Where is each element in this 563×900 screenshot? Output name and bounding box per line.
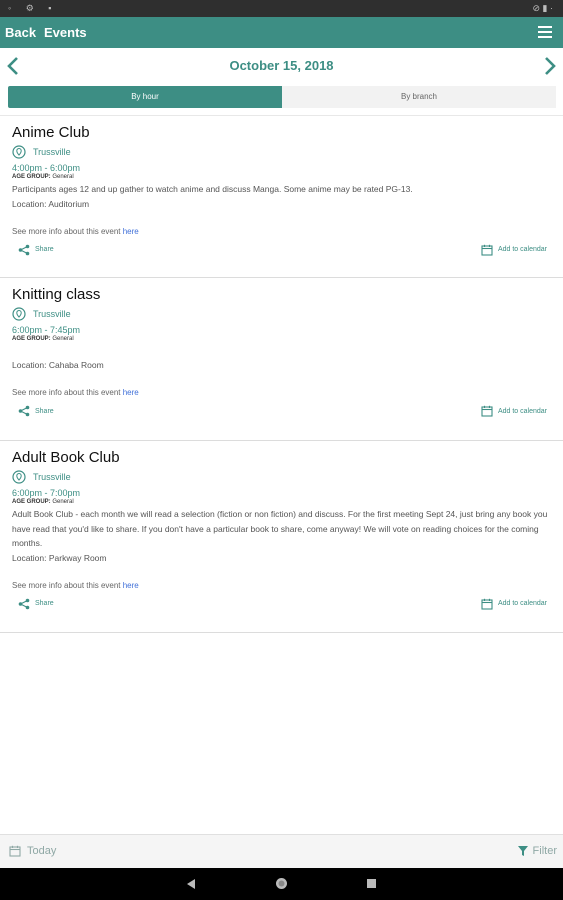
more-info-link[interactable]: here [123, 581, 139, 590]
home-nav-icon[interactable] [275, 877, 288, 890]
add-to-calendar-button[interactable]: Add to calendar [481, 598, 547, 610]
age-group-value: General [52, 499, 74, 505]
calendar-label: Add to calendar [497, 600, 547, 607]
more-info-text: See more info about this event [12, 388, 123, 397]
event-time: 6:00pm - 7:45pm [12, 325, 81, 335]
filter-label: Filter [532, 845, 557, 857]
location-pin-icon [12, 307, 26, 321]
calendar-label: Add to calendar [497, 246, 547, 253]
status-bar: ◦ ⚙ ▪ ⊘ ▮ · [0, 0, 563, 17]
today-label: Today [27, 845, 57, 857]
share-button[interactable]: Share [18, 244, 54, 256]
event-description [12, 344, 551, 358]
app-bar: Back Events [0, 17, 563, 48]
add-to-calendar-button[interactable]: Add to calendar [481, 244, 547, 256]
event-branch[interactable]: Trussville [12, 144, 551, 160]
share-label: Share [35, 407, 54, 415]
page-title: Events [44, 25, 87, 40]
event-title: Anime Club [12, 124, 90, 141]
event-actions: Share Add to calendar [12, 240, 551, 262]
event-branch[interactable]: Trussville [12, 306, 551, 322]
share-icon [18, 405, 30, 417]
calendar-icon [9, 845, 21, 857]
more-info: See more info about this event here [12, 226, 551, 238]
event-title: Adult Book Club [12, 449, 120, 466]
share-button[interactable]: Share [18, 598, 54, 610]
age-group-label: AGE GROUP: [12, 336, 51, 342]
event-card: Adult Book Club Trussville 6:00pm - 7:00… [0, 441, 563, 633]
age-group-label: AGE GROUP: [12, 499, 51, 505]
chevron-right-icon[interactable] [543, 56, 557, 76]
share-label: Share [35, 600, 54, 607]
calendar-label: Add to calendar [497, 407, 547, 415]
age-group: AGE GROUP: General [12, 499, 551, 505]
branch-name: Trussville [33, 309, 71, 319]
share-button[interactable]: Share [18, 405, 54, 417]
event-actions: Share Add to calendar [12, 401, 551, 423]
date-navigation: October 15, 2018 [0, 48, 563, 84]
event-time: 6:00pm - 7:00pm [12, 488, 81, 498]
add-to-calendar-button[interactable]: Add to calendar [481, 405, 547, 417]
filter-icon [517, 846, 528, 856]
share-icon [18, 598, 30, 609]
today-button[interactable]: Today [9, 845, 56, 857]
more-info: See more info about this event here [12, 580, 551, 592]
event-location: Location: Cahaba Room [12, 360, 104, 370]
share-label: Share [35, 246, 54, 253]
current-date: October 15, 2018 [229, 58, 334, 73]
calendar-icon [481, 405, 493, 417]
branch-name: Trussville [33, 472, 71, 482]
tab-by-branch[interactable]: By branch [282, 86, 556, 108]
calendar-icon [481, 244, 493, 256]
event-description: Participants ages 12 and up gather to wa… [12, 184, 413, 194]
share-icon [18, 244, 30, 255]
event-description: Adult Book Club - each month we will rea… [12, 509, 548, 548]
age-group-value: General [52, 174, 74, 180]
age-group-value: General [52, 336, 74, 342]
branch-name: Trussville [33, 147, 71, 157]
system-navigation-bar [0, 868, 563, 900]
more-info: See more info about this event here [12, 387, 551, 399]
location-pin-icon [12, 470, 26, 484]
bottom-toolbar: Today Filter [0, 834, 563, 868]
back-nav-icon[interactable] [186, 879, 196, 889]
menu-icon[interactable] [538, 26, 552, 38]
calendar-icon [481, 598, 493, 610]
recents-nav-icon[interactable] [367, 879, 376, 888]
tab-by-hour[interactable]: By hour [8, 86, 282, 108]
event-actions: Share Add to calendar [12, 594, 551, 616]
location-pin-icon [12, 145, 26, 159]
status-icons-left: ◦ ⚙ ▪ [8, 3, 58, 13]
more-info-link[interactable]: here [123, 227, 139, 236]
view-mode-toggle: By hour By branch [8, 86, 556, 108]
filter-button[interactable]: Filter [517, 845, 557, 857]
event-title: Knitting class [12, 286, 101, 303]
age-group: AGE GROUP: General [12, 336, 551, 342]
event-card: Anime Club Trussville 4:00pm - 6:00pm AG… [0, 116, 563, 278]
back-button[interactable]: Back [5, 25, 36, 40]
age-group-label: AGE GROUP: [12, 174, 51, 180]
event-time: 4:00pm - 6:00pm [12, 163, 81, 173]
event-branch[interactable]: Trussville [12, 469, 551, 485]
more-info-text: See more info about this event [12, 580, 123, 590]
event-location: Location: Parkway Room [12, 552, 107, 563]
event-list: Anime Club Trussville 4:00pm - 6:00pm AG… [0, 115, 563, 633]
more-info-link[interactable]: here [123, 388, 139, 397]
more-info-text: See more info about this event [12, 226, 123, 236]
event-card: Knitting class Trussville 6:00pm - 7:45p… [0, 278, 563, 441]
age-group: AGE GROUP: General [12, 174, 551, 180]
status-icons-right: ⊘ ▮ · [532, 3, 554, 13]
event-location: Location: Auditorium [12, 198, 90, 209]
